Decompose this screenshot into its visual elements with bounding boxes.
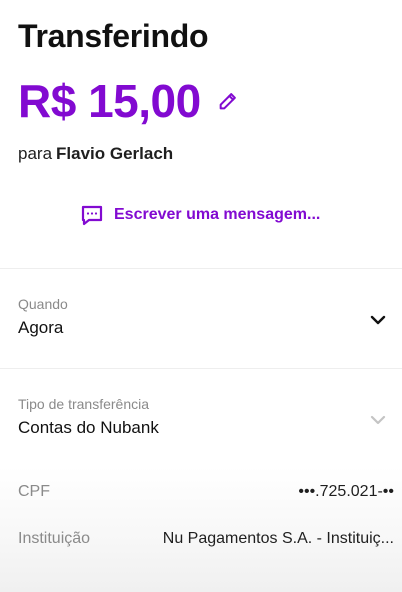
chevron-down-icon — [368, 410, 388, 430]
cpf-row: CPF •••.725.021-•• — [18, 483, 394, 501]
when-value: Agora — [18, 318, 64, 337]
when-selector[interactable]: Quando Agora — [0, 296, 402, 338]
transfer-type-value: Contas do Nubank — [18, 418, 159, 437]
chat-icon — [81, 205, 103, 226]
transfer-type-label: Tipo de transferência — [18, 396, 149, 412]
divider — [0, 368, 402, 369]
when-label: Quando — [18, 296, 68, 312]
recipient-line: para Flavio Gerlach — [18, 144, 173, 164]
institution-value: Nu Pagamentos S.A. - Instituiç... — [162, 530, 394, 547]
write-message-label: Escrever uma mensagem... — [114, 206, 321, 223]
transfer-type-selector[interactable]: Tipo de transferência Contas do Nubank — [0, 396, 402, 438]
page-title: Transferindo — [18, 18, 209, 54]
transfer-amount: R$ 15,00 — [18, 75, 201, 127]
institution-row: Instituição Nu Pagamentos S.A. - Institu… — [18, 530, 394, 548]
divider — [0, 268, 402, 269]
chevron-down-icon — [368, 310, 388, 330]
transfer-sheet: Transferindo R$ 15,00 para Flavio Gerlach… — [0, 0, 402, 592]
recipient-prefix: para — [18, 144, 53, 163]
amount-row: R$ 15,00 — [18, 74, 241, 128]
institution-label: Instituição — [18, 530, 91, 547]
edit-amount-button[interactable] — [215, 88, 241, 114]
cpf-value: •••.725.021-•• — [298, 483, 394, 500]
pencil-icon — [219, 93, 236, 110]
recipient-name: Flavio Gerlach — [56, 144, 174, 163]
write-message-button[interactable]: Escrever uma mensagem... — [80, 204, 320, 226]
cpf-label: CPF — [18, 483, 50, 500]
